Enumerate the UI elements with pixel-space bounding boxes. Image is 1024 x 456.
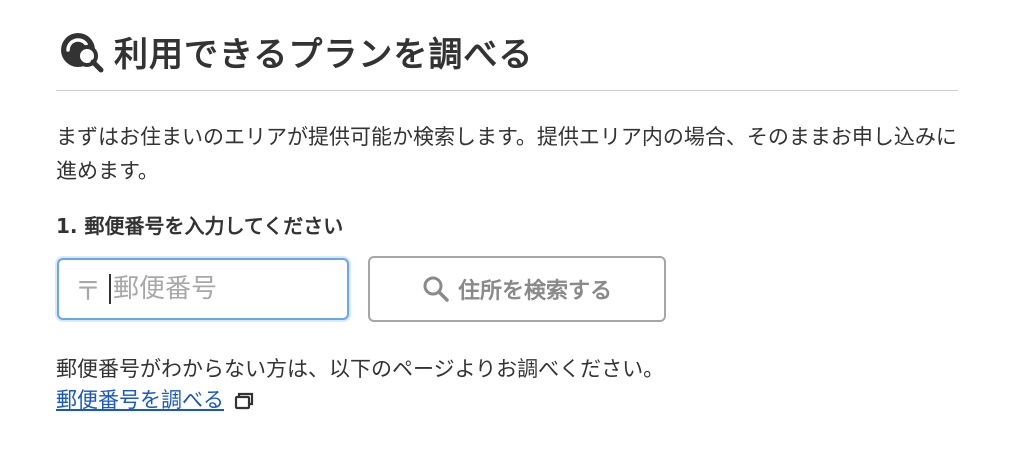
search-address-button[interactable]: 住所を検索する <box>368 256 666 322</box>
postal-lookup-link-row: 郵便番号を調べる <box>56 384 254 414</box>
postal-lookup-link[interactable]: 郵便番号を調べる <box>56 384 224 414</box>
text-caret <box>109 274 112 304</box>
divider <box>56 90 958 91</box>
search-area-icon <box>61 33 104 73</box>
plan-search-section: 利用できるプランを調べる まずはお住まいのエリアが提供可能か検索します。提供エリ… <box>56 0 958 456</box>
section-header: 利用できるプランを調べる <box>56 26 533 76</box>
postal-code-input[interactable] <box>113 274 314 304</box>
postal-help-text: 郵便番号がわからない方は、以下のページよりお調べください。 <box>56 357 665 381</box>
postal-code-field[interactable]: 〒 <box>57 258 349 320</box>
external-window-icon <box>234 392 254 410</box>
page-title: 利用できるプランを調べる <box>114 34 534 75</box>
postal-mark-icon: 〒 <box>75 276 102 307</box>
postal-code-step-label: 1. 郵便番号を入力してください <box>56 214 344 238</box>
magnifier-icon <box>423 276 449 302</box>
description-text: まずはお住まいのエリアが提供可能か検索します。提供エリア内の場合、そのままお申し… <box>56 125 957 183</box>
search-address-button-label: 住所を検索する <box>457 279 612 304</box>
